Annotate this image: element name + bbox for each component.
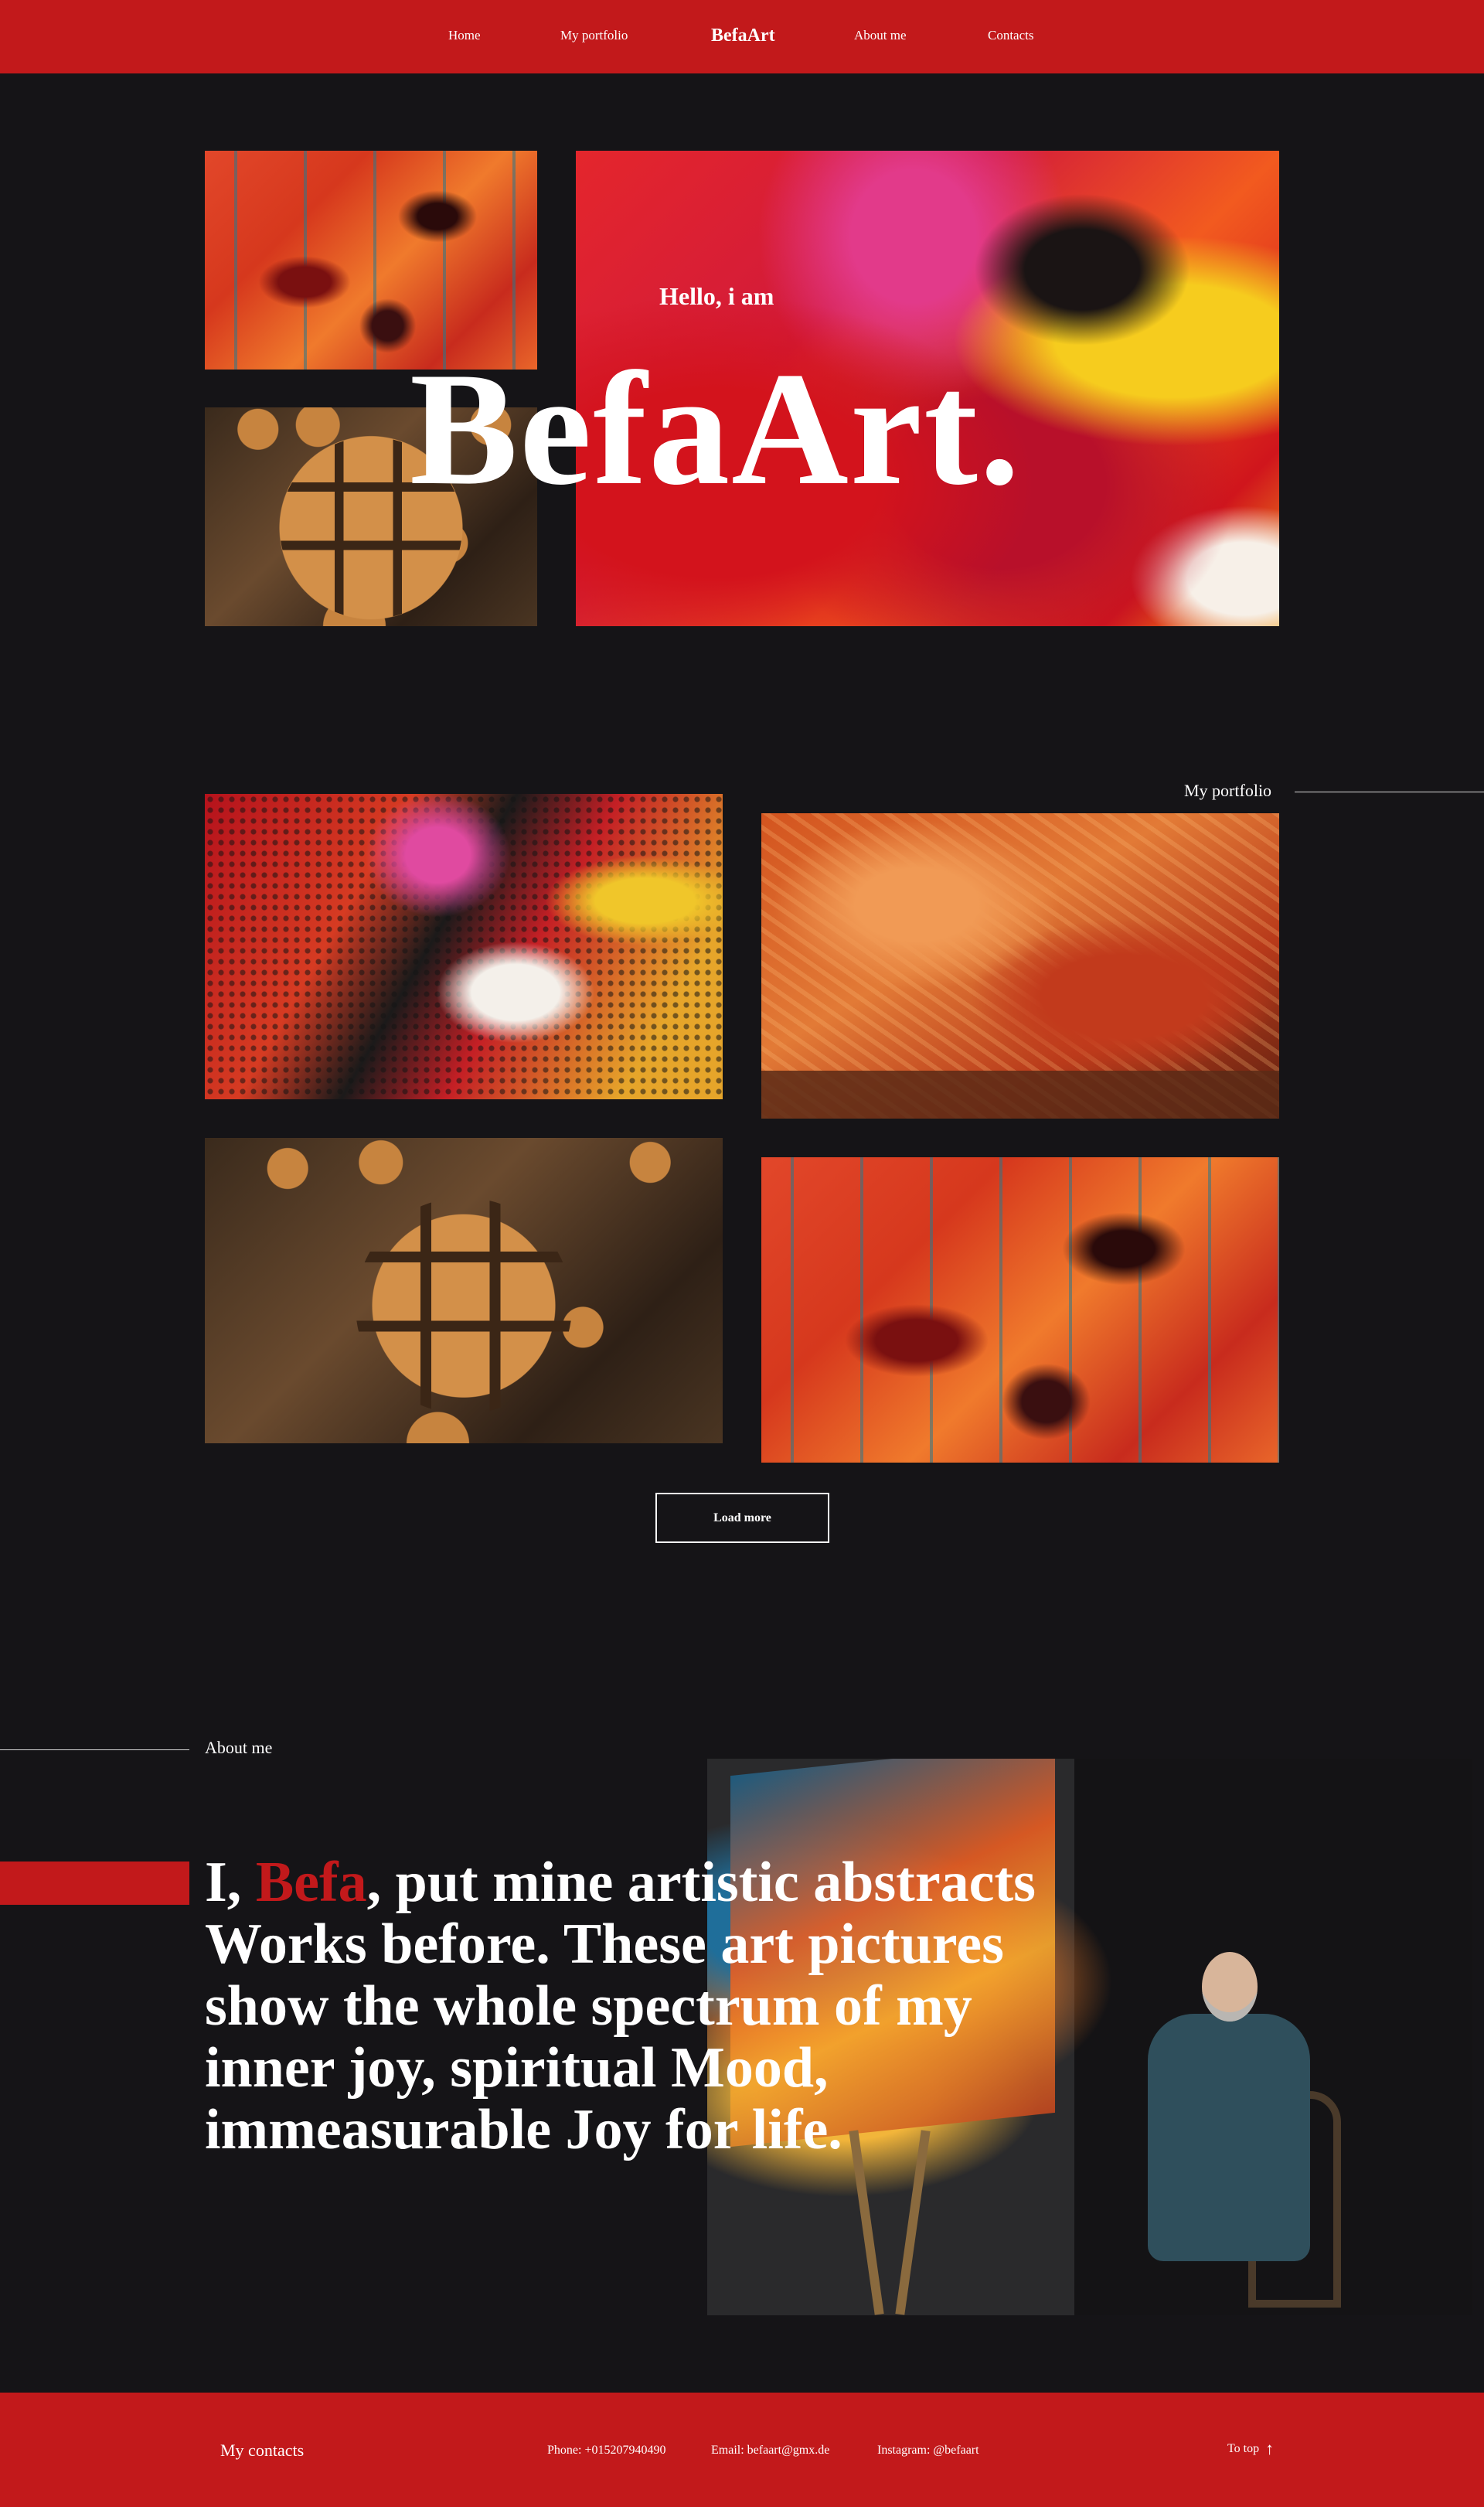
- nav-portfolio-link[interactable]: My portfolio: [560, 28, 628, 43]
- footer-phone-link[interactable]: Phone: +015207940490: [547, 2444, 665, 2458]
- to-top-label: To top: [1227, 2442, 1260, 2455]
- portfolio-item[interactable]: [205, 1138, 723, 1443]
- about-section-label: About me: [205, 1738, 273, 1757]
- hero-painting-drips: [205, 151, 537, 370]
- top-navigation: Home My portfolio BefaArt About me Conta…: [0, 0, 1484, 73]
- nav-home-link[interactable]: Home: [448, 28, 481, 43]
- hero-subtitle: Hello, i am: [659, 282, 774, 310]
- footer-instagram-link[interactable]: Instagram: @befaart: [877, 2444, 979, 2458]
- footer-title: My contacts: [220, 2441, 305, 2460]
- footer-email-link[interactable]: Email: befaart@gmx.de: [711, 2444, 829, 2458]
- nav-about-link[interactable]: About me: [854, 28, 907, 43]
- portfolio-section-label: My portfolio: [1184, 781, 1272, 800]
- footer: My contacts Phone: +015207940490 Email: …: [0, 2393, 1484, 2507]
- about-highlight-name: Befa: [255, 1851, 367, 1914]
- about-divider: [0, 1749, 189, 1750]
- portfolio-item[interactable]: [761, 1157, 1279, 1463]
- portfolio-item[interactable]: [761, 813, 1279, 1119]
- load-more-button[interactable]: Load more: [655, 1493, 829, 1543]
- hero-title: BefaArt.: [410, 339, 1022, 519]
- to-top-link[interactable]: To top ↑: [1227, 2441, 1274, 2458]
- nav-contacts-link[interactable]: Contacts: [988, 28, 1034, 43]
- about-accent-bar: [0, 1862, 189, 1905]
- portfolio-item[interactable]: [205, 794, 723, 1099]
- about-statement: I, Befa, put mine artistic abstracts Wor…: [205, 1851, 1055, 2161]
- arrow-up-icon: ↑: [1265, 2439, 1275, 2458]
- about-text-start: I,: [205, 1851, 256, 1914]
- nav-logo-link[interactable]: BefaArt: [711, 26, 775, 46]
